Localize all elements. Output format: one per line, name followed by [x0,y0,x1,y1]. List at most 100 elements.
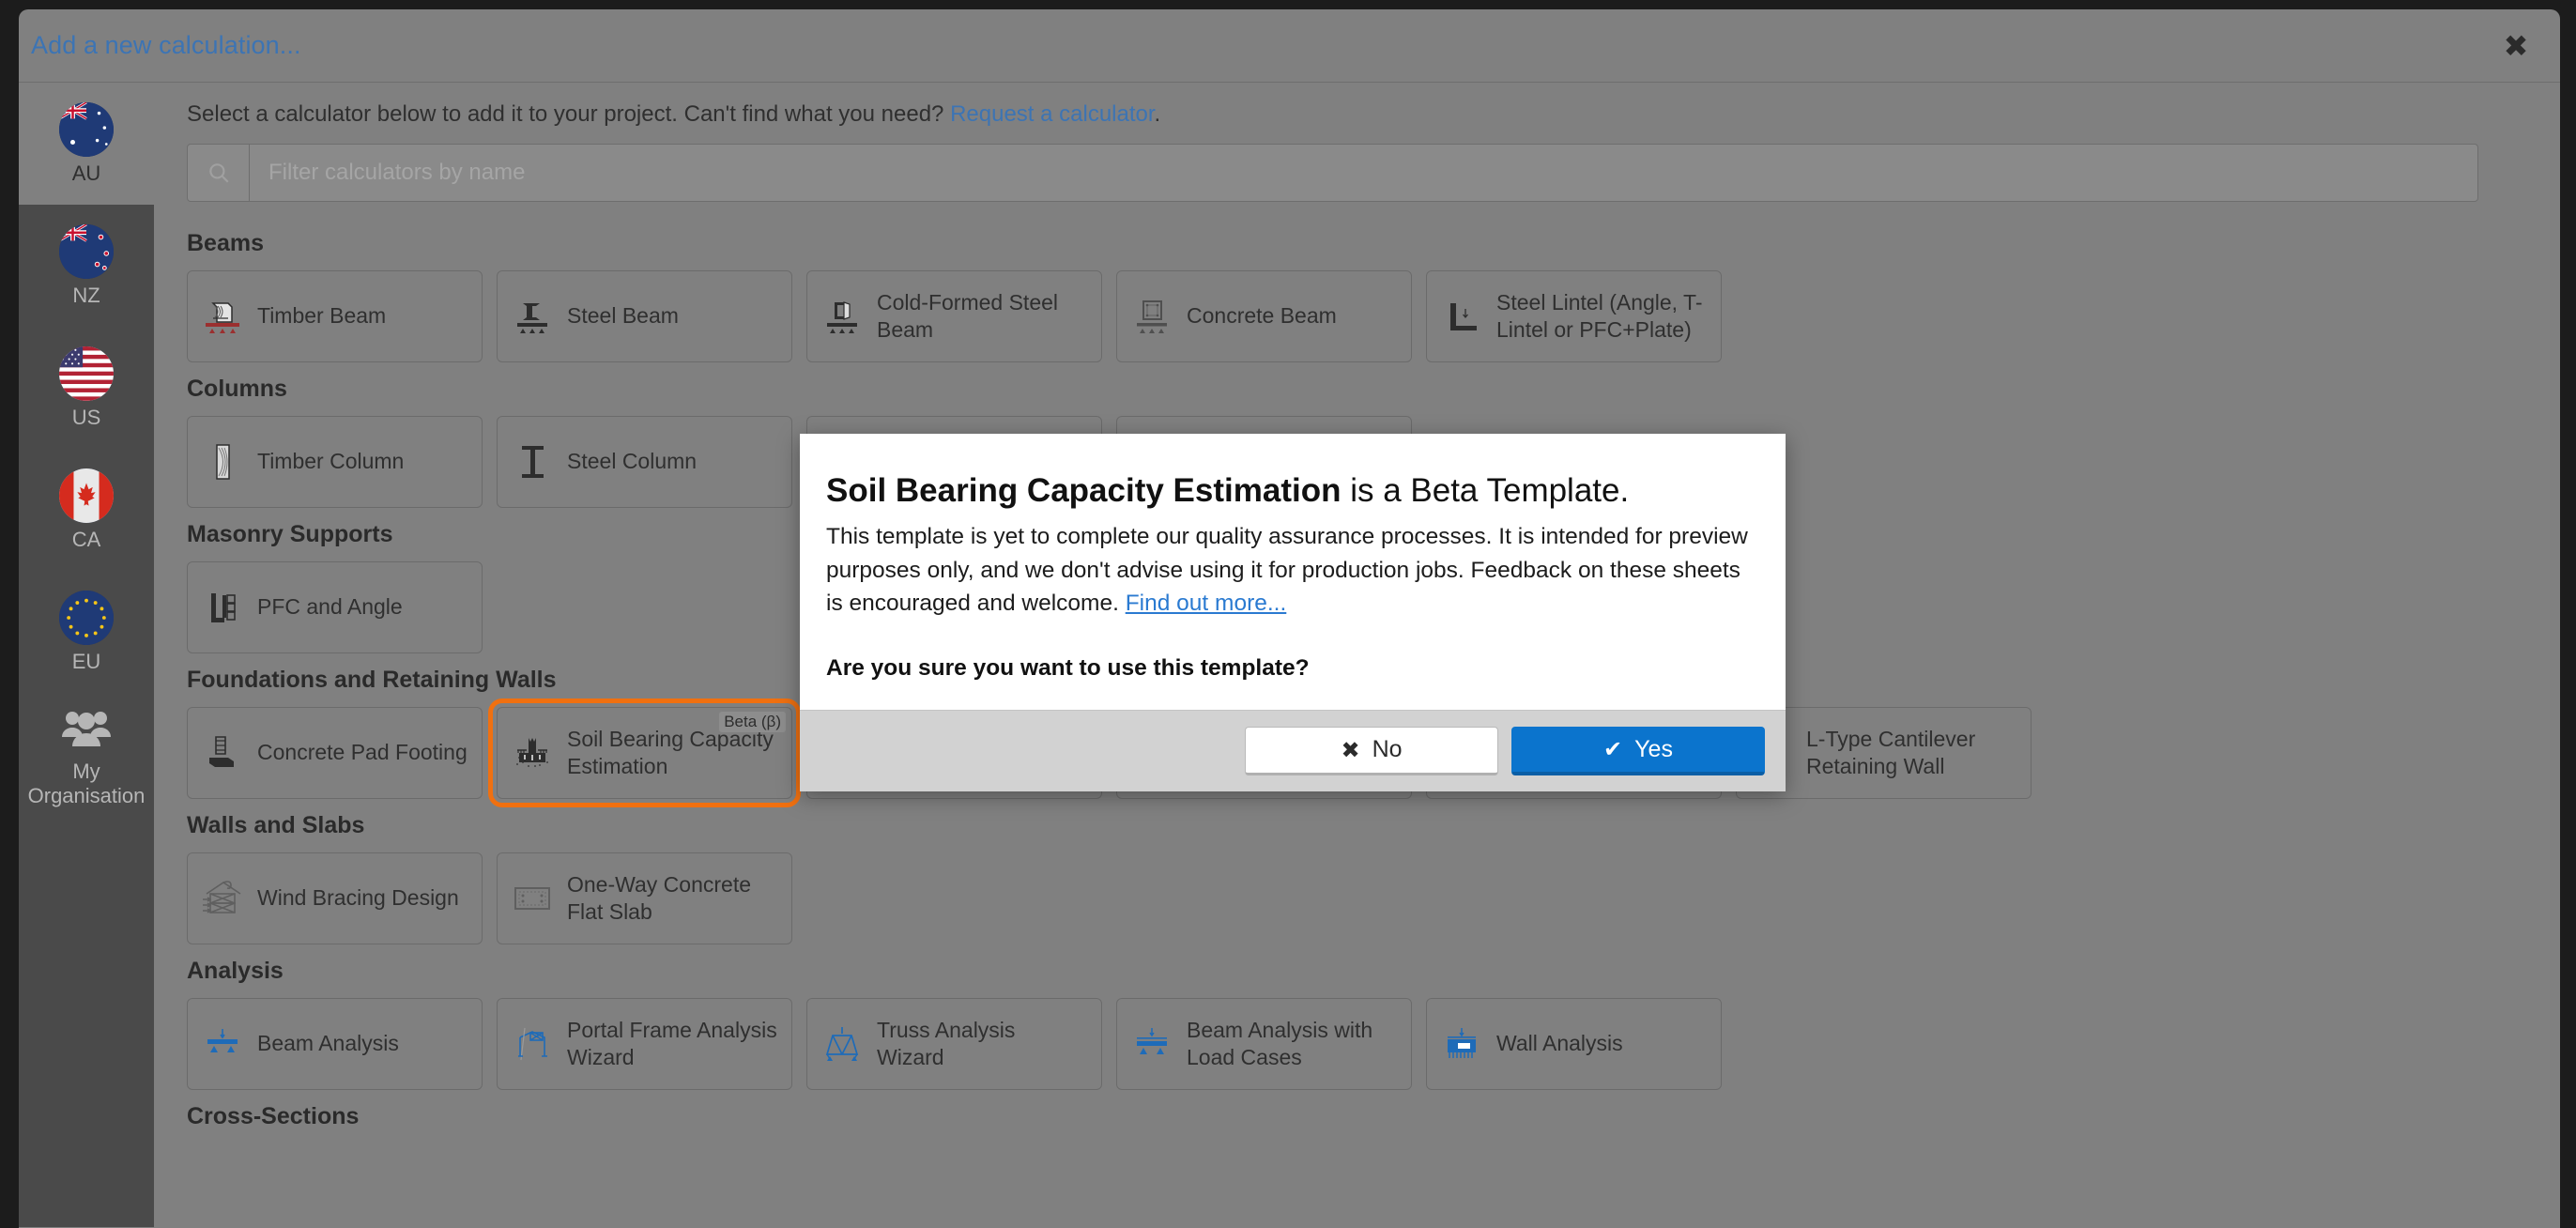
beta-template-confirm-dialog: Soil Bearing Capacity Estimation is a Be… [800,434,1786,791]
calculator-card-label: Timber Beam [257,303,387,329]
steel-column-icon [511,440,554,484]
sidebar-item-au[interactable]: AU [19,83,154,205]
wall-analysis-icon [1440,1022,1483,1066]
dialog-description: This template is yet to complete our qua… [826,520,1759,621]
dialog-body: Soil Bearing Capacity Estimation is a Be… [800,434,1786,710]
calculator-card-steel-beam[interactable]: Steel Beam [497,270,792,362]
calculator-card-label: Beam Analysis with Load Cases [1187,1017,1373,1069]
calculator-card-label: Concrete Pad Footing [257,740,468,765]
calculator-card-beam-analysis[interactable]: Beam Analysis [187,998,483,1090]
calculator-card-portal-frame-analysis-wizard[interactable]: Portal Frame Analysis Wizard [497,998,792,1090]
calculator-card-label: One-Way Concrete Flat Slab [567,871,751,924]
sidebar-item-label: AU [71,161,101,185]
calculator-card-truss-analysis-wizard[interactable]: Truss Analysis Wizard [806,998,1102,1090]
calculator-card-steel-column[interactable]: Steel Column [497,416,792,508]
calculator-card-timber-beam[interactable]: Timber Beam [187,270,483,362]
calculator-card-concrete-pad-footing[interactable]: Concrete Pad Footing [187,707,483,799]
dialog-title-template-name: Soil Bearing Capacity Estimation [826,472,1342,509]
calculator-card-timber-column[interactable]: Timber Column [187,416,483,508]
truss-analysis-icon [820,1022,864,1066]
yes-button[interactable]: ✔ Yes [1511,726,1765,775]
sidebar-item-label: My Organisation [27,760,146,807]
sidebar-item-label: NZ [72,283,100,307]
calculator-card-label: Steel Lintel (Angle, T-Lintel or PFC+Pla… [1496,289,1703,342]
sidebar-item-label: EU [71,649,101,673]
find-out-more-link[interactable]: Find out more... [1126,591,1287,616]
intro-text-before: Select a calculator below to add it to y… [187,101,951,127]
calculator-card-wind-bracing-design[interactable]: Wind Bracing Design [187,852,483,944]
search-box[interactable] [187,144,2478,202]
sidebar-item-label: CA [71,527,101,551]
wind-bracing-icon [201,877,244,920]
flag-au-icon [59,101,114,157]
sidebar-item-label: US [71,405,101,429]
request-calculator-link[interactable]: Request a calculator [950,101,1154,127]
sidebar-item-my-organisation[interactable]: My Organisation [19,693,154,815]
intro-text: Select a calculator below to add it to y… [187,101,2560,128]
close-icon[interactable]: ✖ [2500,30,2532,62]
calculator-card-label: Truss Analysis Wizard [877,1017,1016,1069]
calculator-card-label: Cold-Formed Steel Beam [877,289,1059,342]
beam-analysis-icon [201,1022,244,1066]
calculator-card-cold-formed-steel-beam[interactable]: Cold-Formed Steel Beam [806,270,1102,362]
calculator-card-beam-analysis-with-load-cases[interactable]: Beam Analysis with Load Cases [1116,998,1412,1090]
beam-analysis-load-cases-icon [1130,1022,1173,1066]
calculator-card-label: PFC and Angle [257,594,403,620]
soil-bearing-capacity-icon [511,731,554,775]
calculator-card-concrete-beam[interactable]: Concrete Beam [1116,270,1412,362]
dialog-title: Soil Bearing Capacity Estimation is a Be… [826,471,1759,511]
beta-badge: Beta (β) [719,712,786,732]
concrete-beam-icon [1130,295,1173,338]
calculator-card-label: Wind Bracing Design [257,885,459,911]
calculator-card-label: Portal Frame Analysis Wizard [567,1017,777,1069]
check-icon: ✔ [1603,736,1623,763]
flag-ca-icon [59,468,114,523]
sidebar-item-nz[interactable]: NZ [19,205,154,327]
search-input[interactable] [250,145,2477,201]
calculator-card-label: Concrete Beam [1187,303,1337,329]
one-way-concrete-flat-slab-icon [511,877,554,920]
calculator-card-label: Steel Column [567,449,698,474]
flag-nz-icon [59,223,114,279]
calculator-card-wall-analysis[interactable]: Wall Analysis [1426,998,1722,1090]
sidebar-item-eu[interactable]: EU [19,571,154,693]
cold-formed-steel-beam-icon [820,295,864,338]
flag-us-icon [59,345,114,401]
calculator-card-label: Beam Analysis [257,1031,399,1056]
organisation-people-icon [59,700,114,755]
calculator-card-label: Wall Analysis [1496,1031,1623,1056]
group-title-cross-sections: Cross-Sections [187,1103,360,1129]
sidebar-item-ca[interactable]: CA [19,449,154,571]
calculator-card-one-way-concrete-flat-slab[interactable]: One-Way Concrete Flat Slab [497,852,792,944]
dialog-description-text: This template is yet to complete our qua… [826,524,1748,617]
dialog-title-rest: is a Beta Template. [1341,472,1630,509]
calculator-card-label: Steel Beam [567,303,679,329]
portal-frame-analysis-icon [511,1022,554,1066]
card-row-analysis: Beam Analysis Portal Frame Analysis Wiza… [187,998,2560,1090]
calculator-card-label: Soil Bearing Capacity Estimation [567,726,774,778]
yes-button-label: Yes [1634,735,1673,762]
calculator-card-soil-bearing-capacity-estimation[interactable]: Beta (β) Soil Bearing Capacity Estimatio… [488,698,801,807]
calculator-card-pfc-and-angle[interactable]: PFC and Angle [187,561,483,653]
concrete-pad-footing-icon [201,731,244,775]
group-title-columns: Columns [187,376,287,402]
window-header: Add a new calculation... ✖ [19,9,2560,83]
calculator-card-steel-lintel[interactable]: Steel Lintel (Angle, T-Lintel or PFC+Pla… [1426,270,1722,362]
no-button-label: No [1372,736,1403,763]
dialog-question: Are you sure you want to use this templa… [826,654,1310,681]
intro-text-after: . [1154,101,1161,127]
steel-lintel-icon [1440,295,1483,338]
dialog-footer: ✖ No ✔ Yes [800,709,1786,791]
sidebar-item-us[interactable]: US [19,327,154,449]
flag-eu-icon [59,590,114,645]
search-icon [188,145,250,201]
no-button[interactable]: ✖ No [1245,726,1498,775]
timber-column-icon [201,440,244,484]
calculator-card-label: L-Type Cantilever Retaining Wall [1806,726,1976,778]
window-title: Add a new calculation... [31,31,301,59]
group-title-walls-and-slabs: Walls and Slabs [187,812,365,838]
pfc-and-angle-icon [201,586,244,629]
region-rail: AU NZ US CA EU My Organisation [19,83,154,1227]
steel-beam-icon [511,295,554,338]
card-row-walls-and-slabs: Wind Bracing Design One-Way Concrete Fla… [187,852,2560,944]
